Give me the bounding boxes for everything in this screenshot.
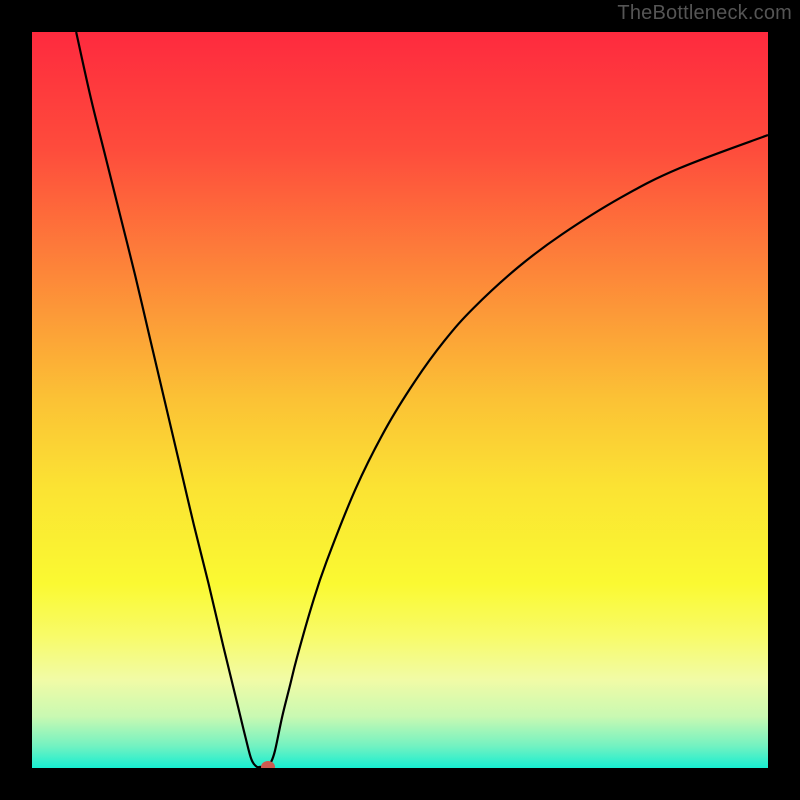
minimum-marker [261,761,275,768]
bottleneck-curve [76,32,768,767]
watermark-text: TheBottleneck.com [617,2,792,25]
curve-svg [32,32,768,768]
plot-area [32,32,768,768]
chart-frame: TheBottleneck.com [0,0,800,800]
